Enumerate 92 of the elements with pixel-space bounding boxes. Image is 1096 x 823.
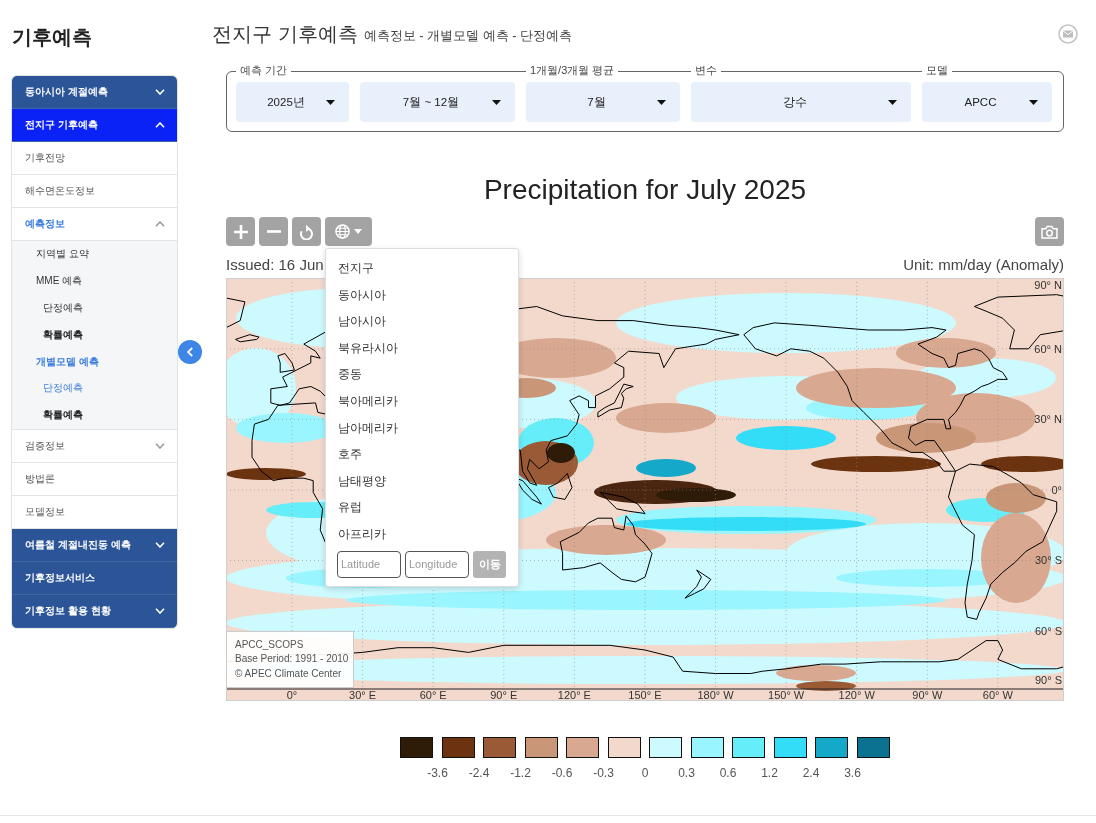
longitude-label: 150° W [768,689,805,701]
sidebar-item[interactable]: 단정예측 [12,294,177,322]
zoom-out-button[interactable] [259,217,288,246]
caret-down-icon [1029,99,1038,105]
globe-icon [335,224,350,239]
caret-down-icon [657,99,666,105]
reset-icon [299,223,314,240]
select-dropdown[interactable]: APCC [922,82,1052,122]
legend-label: 0 [641,766,649,780]
legend-label: 0.6 [719,766,737,780]
menu-item[interactable]: 동아시아 [326,281,518,309]
longitude-label: 150° E [628,689,662,701]
longitude-label: 120° W [838,689,875,701]
unit-label: Unit: mm/day (Anomaly) [903,255,1064,275]
region-button[interactable] [325,217,372,246]
legend-label: 2.4 [802,766,820,780]
caret-down-icon [354,229,362,234]
field-label: 변수 [691,63,721,77]
sidebar-item[interactable]: 기후정보 활용 현황 [12,594,177,628]
legend-label: 0.3 [678,766,695,780]
chevron-left-icon [187,347,193,357]
credits-text: © APEC Climate Center [235,666,342,681]
longitude-label: 60° W [982,689,1013,701]
reset-button[interactable] [292,217,321,246]
latitude-label: 0° [1051,483,1062,497]
caret-down-icon [888,99,897,105]
menu-item[interactable]: 남태평양 [326,467,518,495]
legend-label: -2.4 [468,766,490,780]
capture-button[interactable] [1035,217,1064,246]
credits-text: Base Period: 1991 - 2010 [235,652,349,666]
sidebar-item[interactable]: MME 예측 [12,267,177,295]
sidebar-item[interactable]: 지역별 요약 [12,241,177,268]
latitude-label: 90° S [1034,674,1062,687]
envelope-icon [1058,24,1078,44]
latitude-label: 60° S [1034,624,1062,638]
sidebar-item[interactable]: 확률예측 [12,321,177,349]
select-dropdown[interactable]: 7월 [526,82,680,122]
latitude-label: 30° S [1034,554,1062,567]
longitude-label: 60° E [419,689,447,701]
minus-icon [266,230,281,233]
sidebar-item[interactable]: 여름철 계절내진동 예측 [12,528,177,562]
menu-item[interactable]: 유럽 [326,494,518,521]
field-label: 예측 기간 [236,63,292,77]
menu-item[interactable]: 북아메리카 [326,387,518,415]
latitude-field[interactable]: Latitude [337,550,401,578]
longitude-label: 180° W [697,689,734,701]
menu-item[interactable]: 아프리카 [326,520,518,548]
menu-item[interactable]: 북유라시아 [326,334,518,362]
collapse-button[interactable] [178,340,202,364]
menu-item[interactable]: 남아시아 [326,308,518,335]
plus-icon [233,224,248,239]
longitude-label: 90° W [912,689,943,701]
legend-label: -1.2 [510,766,531,780]
longitude-label: 0° [286,689,298,701]
zoom-in-button[interactable] [226,217,255,246]
legend-label: -0.3 [593,766,614,780]
menu-item[interactable]: 남아메리카 [326,414,518,442]
sidebar-item[interactable]: 단정예측 [12,375,177,402]
select-dropdown[interactable]: 2025년 [236,82,349,122]
field-label: 모델 [922,63,952,77]
issued-date: Issued: 16 Jun [226,255,324,275]
credits-text: APCC_SCOPS [235,637,304,652]
sidebar-item[interactable]: 전지구 기후예측 [12,109,177,142]
longitude-label: 90° E [490,689,518,701]
camera-icon [1041,224,1058,239]
caret-down-icon [492,99,501,105]
select-dropdown[interactable]: 강수 [691,82,911,122]
sidebar-item[interactable]: 확률예측 [12,401,177,429]
breadcrumb: 예측정보 - 개별모델 예측 - 단정예측 [363,26,573,45]
chart-title: Precipitation for July 2025 [483,173,807,207]
longitude-label: 30° E [349,689,377,701]
field-label: 1개월/3개월 평균 [526,63,619,77]
latitude-label: 30° N [1034,413,1062,426]
legend-label: 1.2 [761,766,778,780]
legend-label: -0.6 [551,766,573,780]
menu-item[interactable]: 전지구 [326,255,518,282]
sidebar-item[interactable]: 기후정보서비스 [12,561,177,595]
legend-label: -3.6 [427,766,448,780]
menu-item[interactable]: 중동 [326,361,518,388]
legend-label: 3.6 [844,766,861,780]
sidebar-item[interactable]: 개별모델 예측 [12,348,177,375]
latitude-label: 90° N [1034,279,1062,292]
sidebar-title: 기후예측 [12,25,92,50]
mail-button[interactable] [1058,24,1078,44]
longitude-label: 120° E [557,689,591,701]
select-dropdown[interactable]: 7월 ~ 12월 [360,82,515,122]
page-title: 전지구 기후예측 [212,22,358,47]
caret-down-icon [326,99,335,105]
menu-item[interactable]: 호주 [326,441,518,468]
sidebar-item[interactable]: 동아시아 계절예측 [12,76,177,109]
longitude-field[interactable]: Longitude [405,550,469,578]
latitude-label: 60° N [1034,342,1062,356]
